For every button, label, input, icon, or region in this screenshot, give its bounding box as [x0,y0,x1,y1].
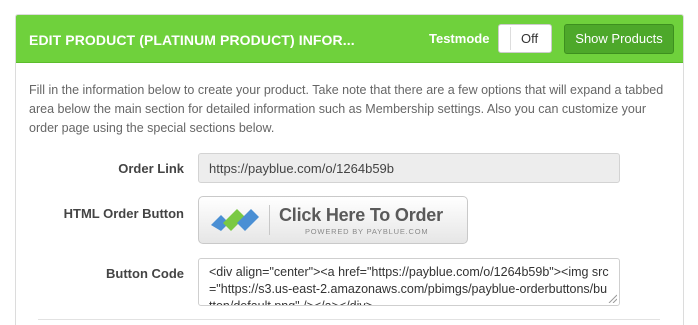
button-separator [269,205,270,235]
show-products-button[interactable]: Show Products [564,24,674,54]
html-order-button-label: HTML Order Button [63,206,184,221]
edit-product-panel: EDIT PRODUCT (PLATINUM PRODUCT) INFOR...… [15,14,684,325]
button-code-textarea[interactable]: <div align="center"><a href="https://pay… [198,258,620,306]
resize-grip-icon[interactable] [607,293,617,303]
testmode-state: Off [521,31,539,46]
payblue-logo-icon [211,209,259,231]
testmode-label: Testmode [429,31,490,46]
order-button-preview[interactable]: Click Here To Order POWERED BY PAYBLUE.C… [198,196,468,244]
button-code-label: Button Code [106,266,184,281]
order-button-text: Click Here To Order [279,205,443,225]
panel-header: EDIT PRODUCT (PLATINUM PRODUCT) INFOR...… [16,15,683,63]
testmode-toggle[interactable]: Off [498,24,552,53]
page-title: EDIT PRODUCT (PLATINUM PRODUCT) INFOR... [29,32,355,48]
order-link-field[interactable]: https://payblue.com/o/1264b59b [198,153,620,183]
button-code-value: <div align="center"><a href="https://pay… [209,265,609,306]
toggle-knob [501,27,511,50]
intro-text: Fill in the information below to create … [29,83,664,135]
powered-by-text: POWERED BY PAYBLUE.COM [305,227,429,236]
order-link-label: Order Link [118,161,184,176]
section-divider [38,319,660,320]
